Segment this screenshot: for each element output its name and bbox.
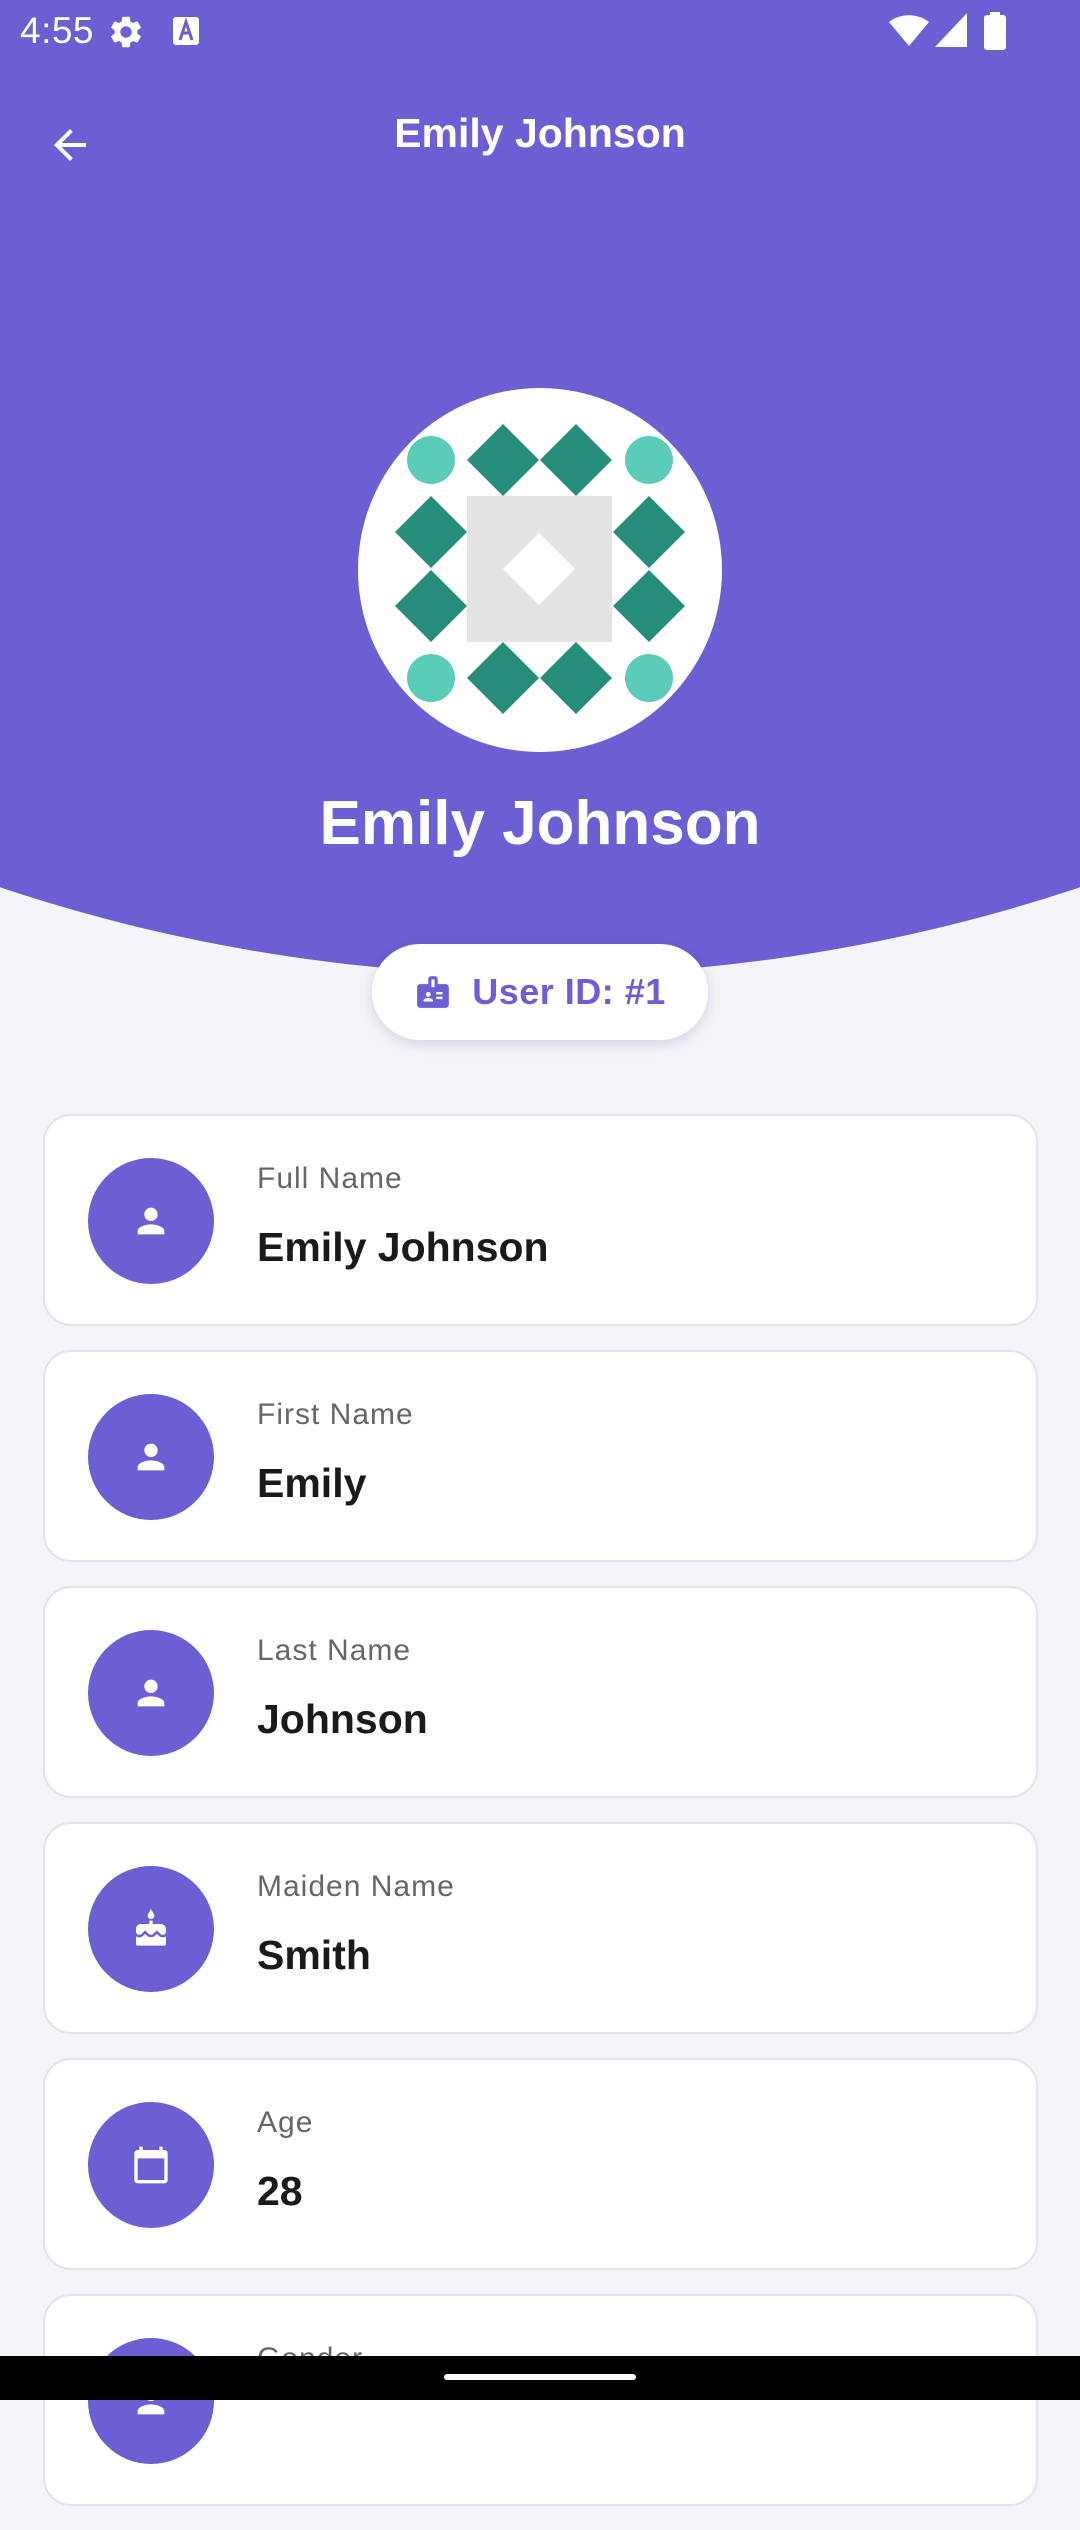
avatar[interactable] [358, 388, 722, 752]
person-icon [137, 1443, 165, 1471]
detail-value: Emily [257, 1460, 367, 1506]
home-indicator[interactable] [444, 2374, 636, 2380]
detail-label: Last Name [257, 1634, 412, 1667]
identicon-avatar [395, 424, 685, 714]
detail-value: Emily Johnson [257, 1224, 549, 1270]
user-id-chip: User ID: #1 [372, 944, 708, 1040]
card-icon-badge [88, 1866, 214, 1992]
detail-card-maiden-name[interactable]: Maiden Name Smith [43, 1822, 1038, 2034]
battery-icon [984, 12, 1006, 50]
detail-label: Full Name [257, 1162, 403, 1195]
detail-value: Johnson [257, 1696, 428, 1742]
user-id-label: User ID: #1 [472, 971, 666, 1012]
card-icon-badge [88, 1158, 214, 1284]
app-bar-title: Emily Johnson [394, 110, 686, 156]
detail-card-age[interactable]: Age 28 [43, 2058, 1038, 2270]
badge-icon [417, 976, 450, 1008]
card-icon-badge [88, 1394, 214, 1520]
gear-icon [111, 16, 141, 48]
person-icon [137, 1207, 165, 1235]
card-icon-badge [88, 1630, 214, 1756]
signal-icon [935, 13, 967, 47]
detail-card-gender[interactable]: Gender [43, 2294, 1038, 2506]
detail-label: First Name [257, 1398, 414, 1431]
app-bar: Emily Johnson [0, 90, 1080, 180]
status-bar: 4:55 [0, 0, 1080, 64]
person-icon [137, 1679, 165, 1707]
cake-icon [136, 1909, 166, 1946]
detail-label: Maiden Name [257, 1870, 455, 1903]
wifi-icon [889, 15, 929, 46]
detail-value: 28 [257, 2168, 303, 2214]
detail-card-last-name[interactable]: Last Name Johnson [43, 1586, 1038, 1798]
detail-value: Smith [257, 1932, 371, 1978]
details-list: Full Name Emily Johnson First Name Emily… [43, 1114, 1038, 2530]
text-a-icon [173, 17, 199, 45]
card-icon-badge [88, 2102, 214, 2228]
calendar-icon [134, 2146, 168, 2184]
system-navigation-bar [0, 2356, 1080, 2400]
status-time: 4:55 [20, 10, 95, 51]
detail-card-first-name[interactable]: First Name Emily [43, 1350, 1038, 1562]
detail-label: Age [257, 2106, 314, 2139]
detail-card-full-name[interactable]: Full Name Emily Johnson [43, 1114, 1038, 1326]
profile-name: Emily Johnson [319, 789, 761, 858]
